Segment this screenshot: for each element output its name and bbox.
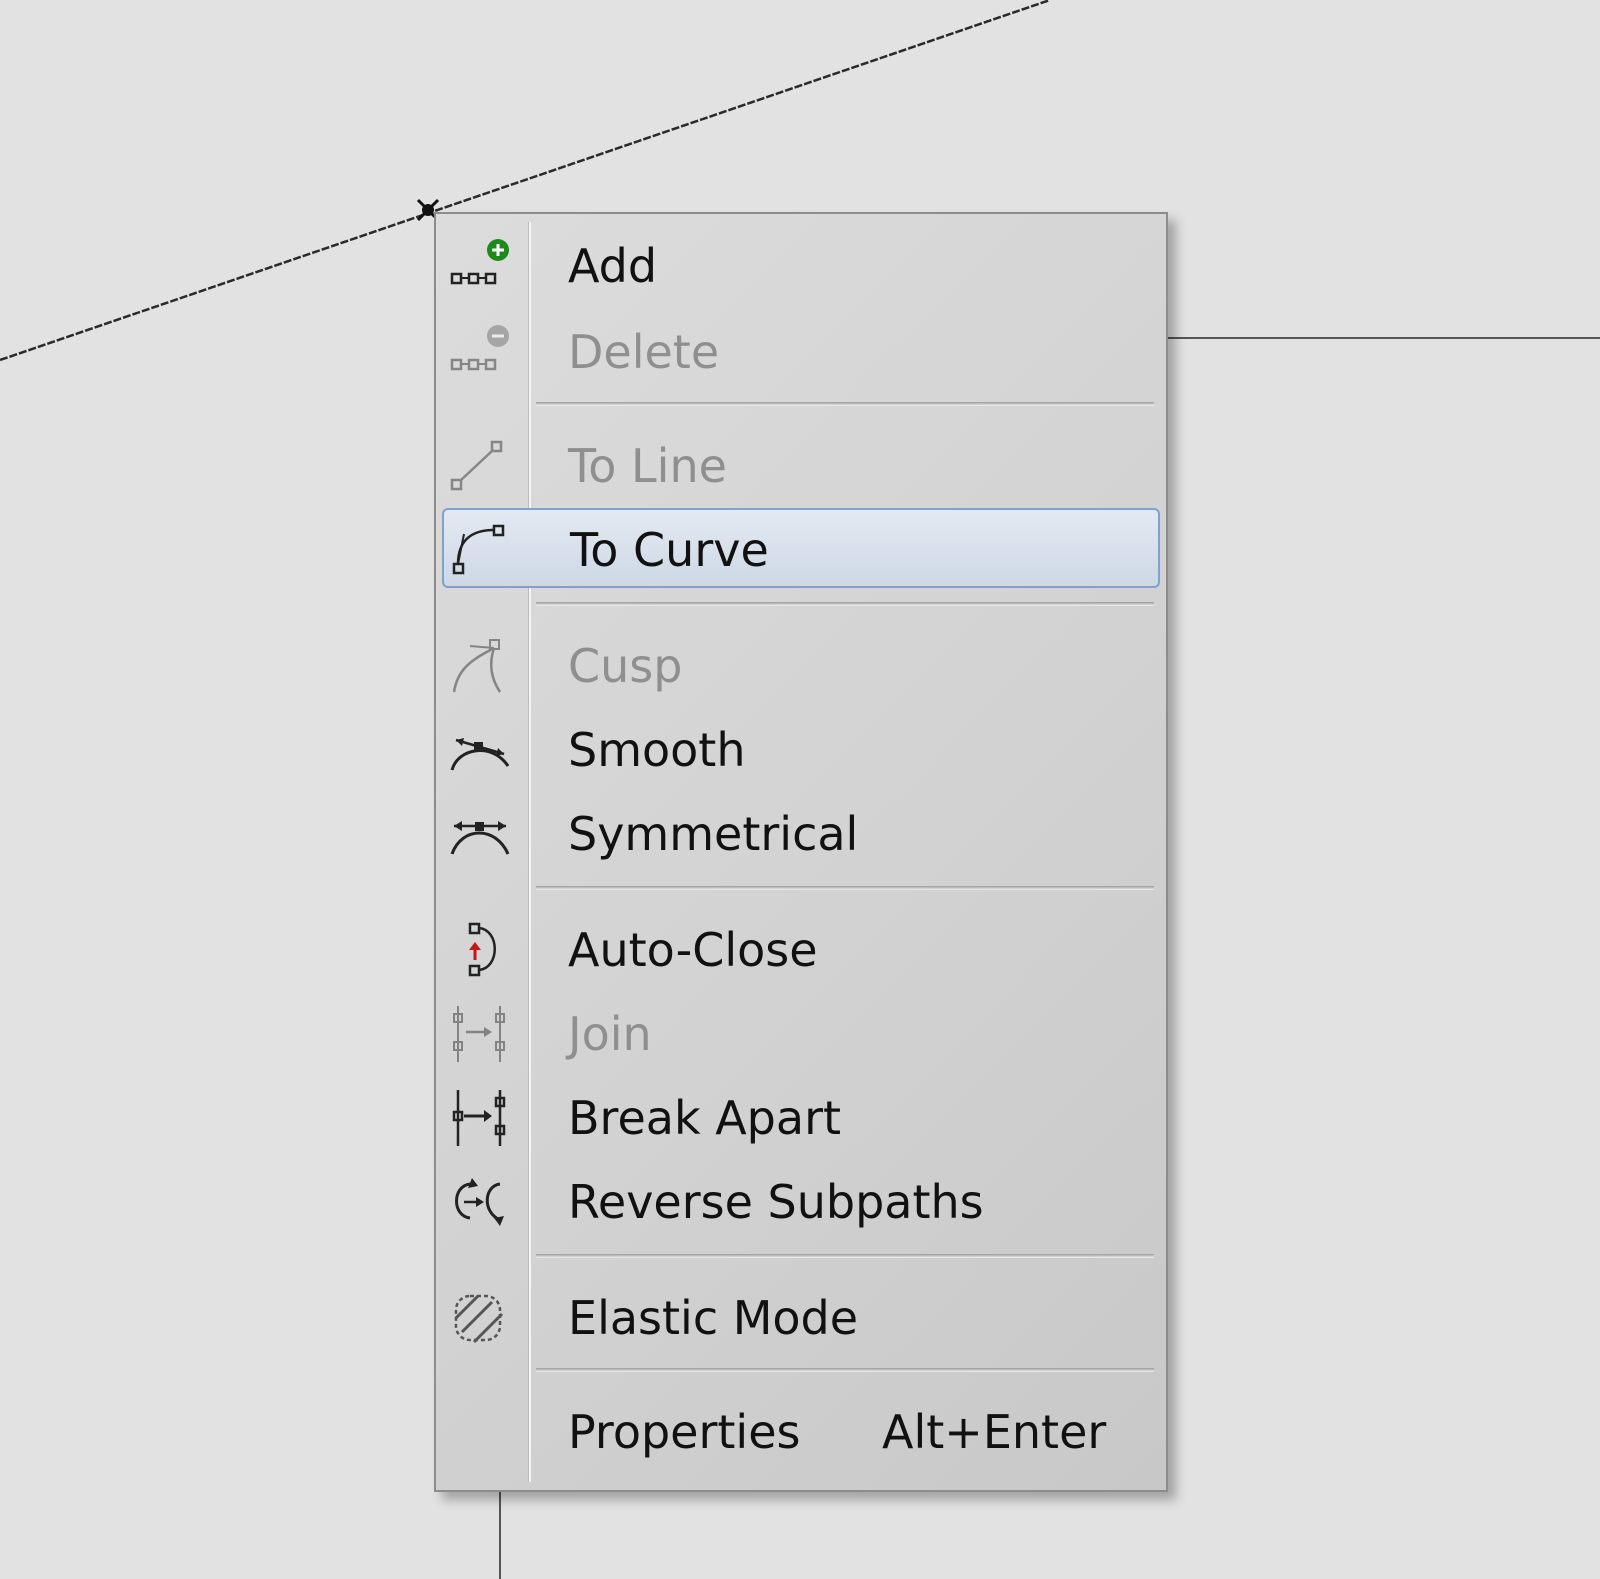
menu-item-label: Auto-Close [568, 923, 818, 977]
menu-item-label: Smooth [568, 723, 746, 777]
menu-item-symmetrical[interactable]: Symmetrical [442, 794, 1160, 874]
menu-item-label: Symmetrical [568, 807, 859, 861]
menu-item-cusp[interactable]: Cusp [442, 626, 1160, 706]
to-curve-icon [450, 520, 512, 580]
menu-separator [536, 1254, 1154, 1258]
menu-item-reverse-subpaths[interactable]: Reverse Subpaths [442, 1162, 1160, 1242]
auto-close-icon [448, 920, 510, 980]
menu-item-label: To Curve [570, 523, 769, 577]
menu-item-break-apart[interactable]: Break Apart [442, 1078, 1160, 1158]
menu-item-to-curve[interactable]: To Curve [442, 508, 1160, 588]
menu-item-auto-close[interactable]: Auto-Close [442, 910, 1160, 990]
menu-item-properties[interactable]: Properties Alt+Enter [442, 1392, 1160, 1472]
menu-item-label: Cusp [568, 639, 683, 693]
menu-item-label: Reverse Subpaths [568, 1175, 984, 1229]
menu-separator [536, 886, 1154, 890]
symmetrical-icon [448, 804, 510, 864]
to-line-icon [448, 436, 510, 496]
menu-item-label: To Line [568, 439, 727, 493]
context-menu: Add Delete To Line To Curve Cusp Smooth … [434, 212, 1168, 1492]
menu-item-label: Delete [568, 325, 720, 379]
menu-item-label: Add [568, 239, 658, 293]
menu-item-shortcut: Alt+Enter [882, 1405, 1107, 1459]
elastic-mode-icon [448, 1288, 510, 1348]
menu-item-elastic-mode[interactable]: Elastic Mode [442, 1278, 1160, 1358]
menu-item-label: Break Apart [568, 1091, 842, 1145]
menu-item-add[interactable]: Add [442, 226, 1160, 306]
smooth-icon [448, 720, 510, 780]
menu-item-label: Properties [568, 1405, 801, 1459]
menu-item-label: Join [568, 1007, 652, 1061]
menu-item-to-line[interactable]: To Line [442, 426, 1160, 506]
delete-node-icon [448, 322, 510, 382]
menu-separator [536, 402, 1154, 406]
menu-separator [536, 602, 1154, 606]
break-apart-icon [448, 1088, 510, 1148]
add-node-icon [448, 236, 510, 296]
menu-item-join[interactable]: Join [442, 994, 1160, 1074]
menu-item-delete[interactable]: Delete [442, 312, 1160, 392]
menu-item-label: Elastic Mode [568, 1291, 859, 1345]
reverse-subpaths-icon [448, 1172, 510, 1232]
join-icon [448, 1004, 510, 1064]
cusp-icon [448, 636, 510, 696]
menu-separator [536, 1368, 1154, 1372]
menu-item-smooth[interactable]: Smooth [442, 710, 1160, 790]
